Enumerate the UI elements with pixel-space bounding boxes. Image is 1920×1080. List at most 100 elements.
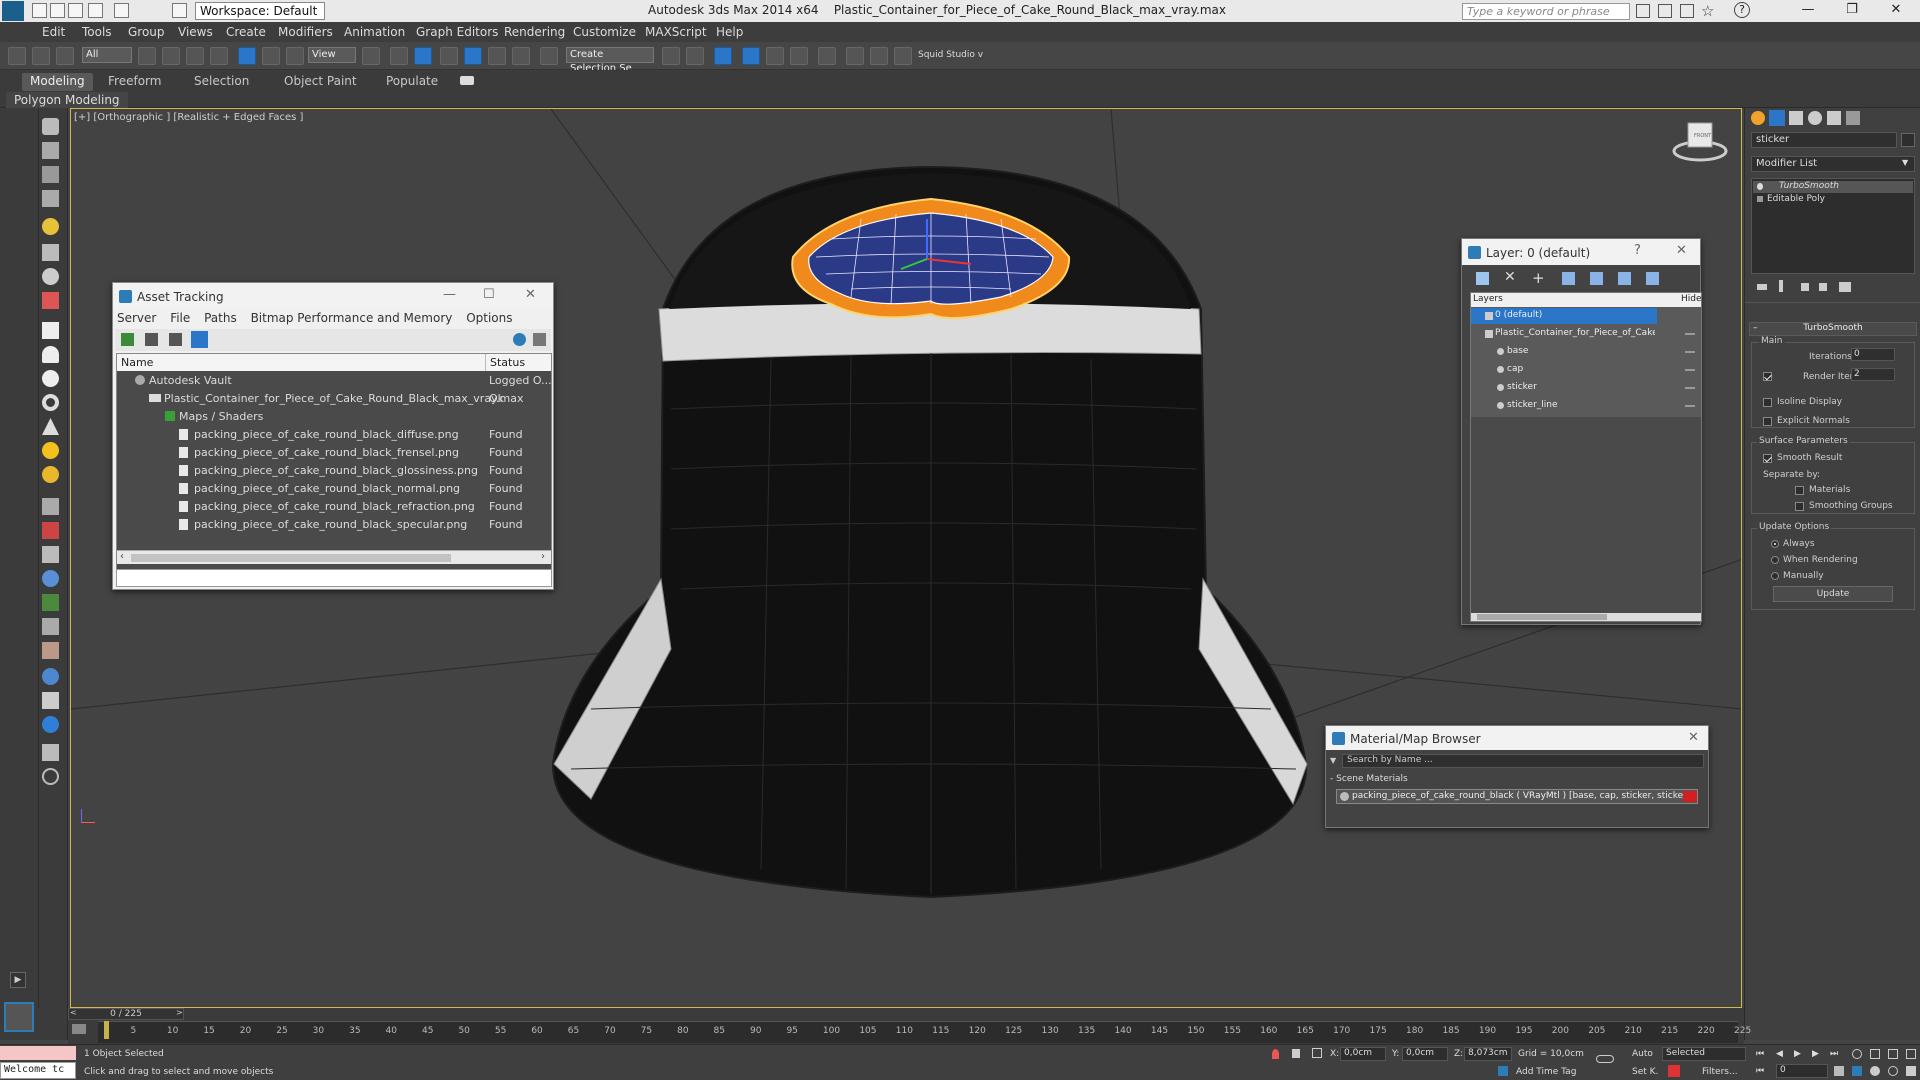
display-tab-icon[interactable] — [1827, 111, 1841, 125]
layer-delete-icon[interactable]: ✕ — [1504, 269, 1516, 285]
material-browser-titlebar[interactable]: Material/Map Browser ✕ — [1326, 726, 1708, 750]
menu-views[interactable]: Views — [178, 25, 213, 39]
workspace-dropdown[interactable]: Workspace: Default — [195, 2, 325, 20]
zoom-extents-icon[interactable] — [1888, 1049, 1898, 1059]
maxscript-listener-icon[interactable] — [4, 1002, 34, 1032]
layer-scroll-thumb[interactable] — [1477, 614, 1607, 620]
utilities-tab-icon[interactable] — [1846, 111, 1860, 125]
layer-row-sticker[interactable]: sticker — [1471, 380, 1701, 396]
window-crossing-icon[interactable] — [210, 47, 228, 65]
add-time-tag-icon[interactable] — [1498, 1066, 1508, 1076]
field-of-view-icon[interactable] — [1852, 1066, 1862, 1076]
remove-modifier-icon[interactable] — [1819, 283, 1827, 291]
isolate-icon[interactable] — [1272, 1049, 1279, 1059]
materials-checkbox[interactable] — [1795, 486, 1804, 495]
hide-toggle-icon[interactable] — [1685, 369, 1695, 371]
sun-light-icon[interactable] — [42, 442, 59, 459]
reference-coord-dropdown[interactable]: View — [308, 47, 356, 63]
go-to-start-icon[interactable]: ⏮ — [1756, 1049, 1764, 1059]
tab-populate[interactable]: Populate — [378, 73, 446, 91]
scene-explorer-icon[interactable] — [42, 692, 59, 709]
squid-studio-label[interactable]: Squid Studio v — [918, 50, 983, 60]
omni-light-icon[interactable] — [42, 466, 59, 483]
infocenter-search-input[interactable]: Type a keyword or phrase — [1462, 3, 1630, 20]
col-status[interactable]: Status — [490, 356, 525, 369]
utilities-icon[interactable] — [42, 744, 59, 761]
menu-customize[interactable]: Customize — [573, 25, 636, 39]
object-name-field[interactable]: sticker — [1751, 132, 1897, 148]
help-circle-icon[interactable] — [42, 768, 59, 785]
table-row[interactable]: packing_piece_of_cake_round_black_frense… — [117, 444, 551, 462]
create-list-icon[interactable] — [42, 166, 59, 183]
torus-primitive-icon[interactable] — [42, 394, 59, 411]
key-filters-button[interactable]: Filters... — [1702, 1067, 1738, 1077]
maximize-viewport-icon[interactable] — [1906, 1049, 1916, 1059]
z-coord-field[interactable]: 8,073cm — [1464, 1047, 1512, 1061]
turbosmooth-rollout-header[interactable]: – TurboSmooth — [1749, 322, 1917, 336]
tab-modeling[interactable]: Modeling — [22, 73, 93, 91]
help-icon[interactable]: ? — [1734, 2, 1750, 18]
x-coord-field[interactable]: 0,0cm — [1340, 1047, 1386, 1061]
polygon-modeling-panel[interactable]: Polygon Modeling — [6, 92, 128, 108]
asset-help-icon[interactable] — [513, 333, 526, 346]
undo-icon[interactable] — [88, 3, 103, 18]
modifier-list-dropdown[interactable]: Modifier List ▼ — [1751, 156, 1915, 172]
asset-menu-server[interactable]: Server — [117, 311, 156, 325]
layer-create-icon[interactable] — [1476, 272, 1489, 285]
reactor-icon[interactable] — [42, 642, 59, 659]
menu-help[interactable]: Help — [716, 25, 743, 39]
menu-graph-editors[interactable]: Graph Editors — [416, 25, 498, 39]
key-mode-toggle-icon[interactable]: ⏮ — [1756, 1066, 1764, 1076]
material-search-input[interactable]: Search by Name ... — [1342, 754, 1704, 768]
asset-menu-bitmap[interactable]: Bitmap Performance and Memory — [251, 311, 453, 325]
next-frame-icon[interactable]: ▶ — [1812, 1049, 1819, 1059]
redo-icon[interactable] — [114, 3, 129, 18]
smooth-result-checkbox[interactable] — [1763, 454, 1772, 463]
asset-settings-icon[interactable] — [533, 333, 546, 346]
key-icon[interactable] — [1658, 4, 1672, 18]
orbit-icon[interactable] — [1888, 1066, 1898, 1076]
refresh-icon[interactable] — [121, 333, 134, 346]
track-bar-icon[interactable] — [72, 1024, 86, 1034]
manually-radio[interactable] — [1771, 572, 1779, 580]
asset-menu-file[interactable]: File — [170, 311, 190, 325]
asset-close-button[interactable]: ✕ — [525, 287, 536, 302]
link-icon[interactable] — [8, 47, 26, 65]
zoom-icon[interactable] — [1852, 1049, 1862, 1059]
configure-sets-icon[interactable] — [1839, 282, 1851, 292]
percent-snap-icon[interactable] — [488, 47, 506, 65]
particle-view-icon[interactable] — [42, 716, 59, 733]
key-filter-dropdown[interactable]: Selected — [1662, 1047, 1746, 1061]
create-tab-icon[interactable] — [1751, 111, 1765, 125]
search-dropdown-icon[interactable]: ▼ — [1330, 756, 1336, 765]
table-row[interactable]: packing_piece_of_cake_round_black_diffus… — [117, 426, 551, 444]
curve-editor-icon[interactable] — [766, 47, 784, 65]
bind-spacewarp-icon[interactable] — [56, 47, 74, 65]
render-iters-spinner[interactable]: 2 — [1851, 368, 1895, 381]
table-row[interactable]: Maps / Shaders — [117, 408, 551, 426]
snap-3d-icon[interactable] — [440, 47, 458, 65]
make-unique-icon[interactable] — [1801, 283, 1809, 291]
y-coord-field[interactable]: 0,0cm — [1402, 1047, 1448, 1061]
keyboard-shortcut-icon[interactable] — [414, 47, 432, 65]
angle-snap-icon[interactable] — [464, 47, 482, 65]
detail-view-icon[interactable] — [169, 333, 182, 346]
helper-icon[interactable] — [42, 268, 59, 285]
scroll-thumb[interactable] — [131, 554, 451, 562]
schematic-view-icon[interactable] — [790, 47, 808, 65]
menu-group[interactable]: Group — [128, 25, 165, 39]
spinner-snap-icon[interactable] — [512, 47, 530, 65]
add-time-tag-label[interactable]: Add Time Tag — [1516, 1067, 1576, 1077]
asset-minimize-button[interactable]: — — [443, 287, 456, 302]
current-frame-field[interactable]: 0 — [1776, 1064, 1828, 1078]
material-item[interactable]: packing_piece_of_cake_round_black ( VRay… — [1336, 789, 1698, 804]
biped-icon[interactable] — [42, 546, 59, 563]
select-manipulate-icon[interactable] — [390, 47, 408, 65]
maximize-button[interactable]: ❐ — [1830, 2, 1874, 20]
layer-highlight-icon[interactable] — [1590, 272, 1603, 285]
menu-modifiers[interactable]: Modifiers — [278, 25, 333, 39]
motion-tab-icon[interactable] — [1808, 111, 1822, 125]
layer-row-base[interactable]: base — [1471, 344, 1701, 360]
hide-toggle-icon[interactable] — [1685, 387, 1695, 389]
paint-icon[interactable] — [42, 522, 59, 539]
